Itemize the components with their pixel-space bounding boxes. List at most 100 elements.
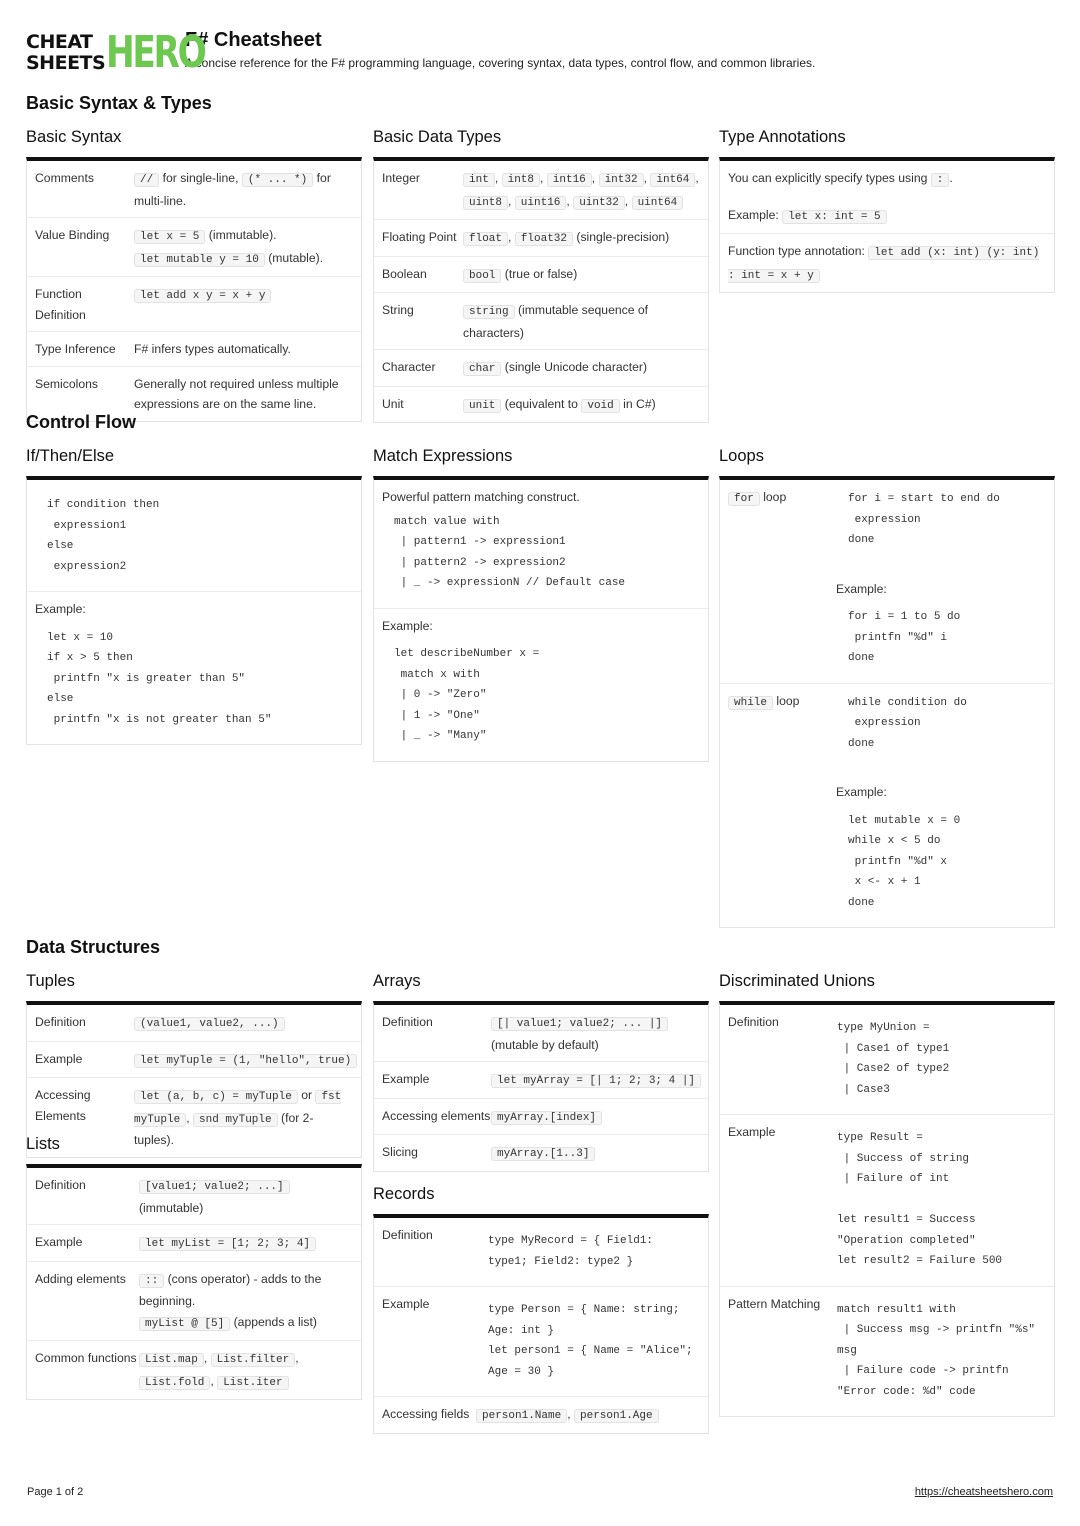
section-title-data: Data Structures (26, 937, 161, 957)
code-block: while condition do expression done (848, 696, 967, 750)
table-row: Definition [| value1; value2; ... |] (mut… (374, 1005, 708, 1062)
code-snippet: [value1; value2; ...] (139, 1180, 290, 1194)
row-label: Adding elements (35, 1271, 126, 1286)
card-match: Powerful pattern matching construct. mat… (373, 476, 709, 762)
code-snippet: int8 (501, 173, 540, 187)
card-records: Definition type MyRecord = { Field1: typ… (373, 1214, 709, 1434)
table-row: Example let myArray = [| 1; 2; 3; 4 |] (374, 1062, 708, 1099)
table-row: Accessing Elements let (a, b, c) = myTup… (27, 1078, 361, 1157)
code-snippet: (* ... *) (241, 173, 314, 187)
code-snippet: List.filter (210, 1353, 296, 1367)
page-title: F# Cheatsheet (185, 29, 322, 51)
row-label: Example (35, 1051, 83, 1066)
table-row: Example let myList = [1; 2; 3; 4] (27, 1225, 361, 1262)
table-row: Function type annotation: let add (x: in… (720, 234, 1054, 292)
row-text: You can explicitly specify types using (728, 171, 931, 185)
table-row: Comments // for single-line, (* ... *) f… (27, 161, 361, 218)
table-row: Definition type MyRecord = { Field1: typ… (374, 1218, 708, 1287)
code-snippet: snd myTuple (193, 1112, 278, 1127)
code-snippet: :: (139, 1273, 165, 1288)
table-row: Example let myTuple = (1, "hello", true) (27, 1042, 361, 1078)
card-title-tuples: Tuples (26, 972, 75, 990)
row-label: Accessing elements (382, 1108, 491, 1123)
code-block: type Result = | Success of string | Fail… (837, 1132, 1003, 1267)
example-label: Example: (836, 581, 887, 596)
code-block: type MyUnion = | Case1 of type1 | Case2 … (837, 1022, 950, 1096)
example-label: Example: (382, 618, 433, 633)
code-snippet: int32 (598, 173, 644, 187)
row-label: Definition (382, 1228, 433, 1242)
row-label: Example (382, 1072, 430, 1086)
code-snippet: let mutable y = 10 (134, 252, 265, 267)
row-label: Definition (728, 1015, 779, 1029)
card-type-annotations: You can explicitly specify types using :… (719, 157, 1055, 293)
row-label: Common functions (35, 1351, 137, 1365)
code-snippet: string (463, 305, 515, 319)
example-label: Example: (836, 785, 887, 799)
row-label: Accessing fields (382, 1407, 470, 1421)
table-row: Floating Point float, float32 (single-pr… (374, 220, 708, 257)
integer-types-list: int, int8, int16, int32, int64, uint8, u… (463, 168, 700, 213)
code-snippet: int16 (546, 173, 592, 187)
code-block: let x = 10 if x > 5 then printfn "x is g… (47, 631, 272, 726)
row-text: Powerful pattern matching construct. (382, 490, 580, 504)
row-text: (single-precision) (573, 230, 670, 244)
code-block: for i = 1 to 5 do printfn "%d" i done (848, 611, 961, 664)
code-snippet: List.iter (217, 1375, 289, 1390)
card-title-basic-syntax: Basic Syntax (26, 128, 122, 146)
code-snippet: uint32 (573, 195, 625, 210)
example-label: Example: (35, 602, 86, 616)
code-snippet: void (581, 398, 620, 413)
code-snippet: float32 (514, 232, 574, 246)
row-text: (immutable) (139, 1200, 204, 1215)
row-label: Integer (382, 171, 420, 185)
card-title-arrays: Arrays (373, 972, 421, 990)
row-label: Example (728, 1125, 776, 1139)
row-text: (equivalent to (501, 396, 582, 411)
table-row: if condition then expression1 else expre… (27, 480, 361, 592)
row-label: Example (35, 1235, 83, 1249)
section-title-control: Control Flow (26, 412, 136, 432)
row-text: (cons operator) - adds to the beginning. (139, 1271, 322, 1309)
code-snippet: int64 (650, 173, 696, 187)
logo[interactable]: CHEAT SHEETS HERO (26, 30, 207, 76)
table-row: Accessing elements myArray.[index] (374, 1099, 708, 1135)
card-loops: for loop for i = start to end do express… (719, 476, 1055, 928)
row-text: or (297, 1088, 316, 1102)
row-label: Function Definition (35, 287, 86, 322)
site-link[interactable]: https://cheatsheetshero.com (915, 1486, 1053, 1498)
code-snippet: : (930, 173, 950, 187)
code-block: match value with | pattern1 -> expressio… (394, 515, 626, 590)
row-label: Value Binding (35, 228, 110, 242)
card-title-if-then-else: If/Then/Else (26, 447, 115, 465)
code-snippet: myArray.[index] (491, 1110, 603, 1125)
code-snippet: float (463, 232, 509, 246)
table-row: Unit unit (equivalent to void in C#) (374, 387, 708, 423)
code-snippet: (value1, value2, ...) (134, 1017, 285, 1031)
card-if-then-else: if condition then expression1 else expre… (26, 476, 362, 745)
code-snippet: myArray.[1..3] (491, 1147, 596, 1161)
row-text: (appends a list) (230, 1314, 317, 1329)
code-snippet: [| value1; value2; ... |] (491, 1017, 669, 1031)
table-row: Example: let describeNumber x = match x … (374, 609, 708, 761)
row-label: loop (773, 693, 800, 708)
code-snippet: int (463, 173, 495, 187)
row-label: Boolean (382, 266, 427, 281)
table-row: Definition [value1; value2; ...] (immuta… (27, 1168, 361, 1225)
row-label: Example (382, 1297, 430, 1311)
code-snippet: let x: int = 5 (782, 209, 887, 224)
code-snippet: // (134, 173, 160, 187)
row-label: String (382, 303, 414, 317)
code-block: for i = start to end do expression done (848, 493, 1000, 546)
row-label: Definition (35, 1015, 86, 1029)
table-row: Value Binding let x = 5 (immutable). let … (27, 218, 361, 277)
code-block: let mutable x = 0 while x < 5 do printfn… (848, 814, 961, 909)
code-snippet: uint16 (514, 195, 567, 210)
table-row: Example type Person = { Name: string; Ag… (374, 1287, 708, 1397)
card-title-match: Match Expressions (373, 447, 513, 465)
row-label: Slicing (382, 1145, 418, 1159)
code-snippet: char (463, 362, 502, 376)
table-row: Powerful pattern matching construct. mat… (374, 480, 708, 609)
code-snippet: for (728, 492, 760, 506)
code-snippet: while (728, 695, 774, 710)
